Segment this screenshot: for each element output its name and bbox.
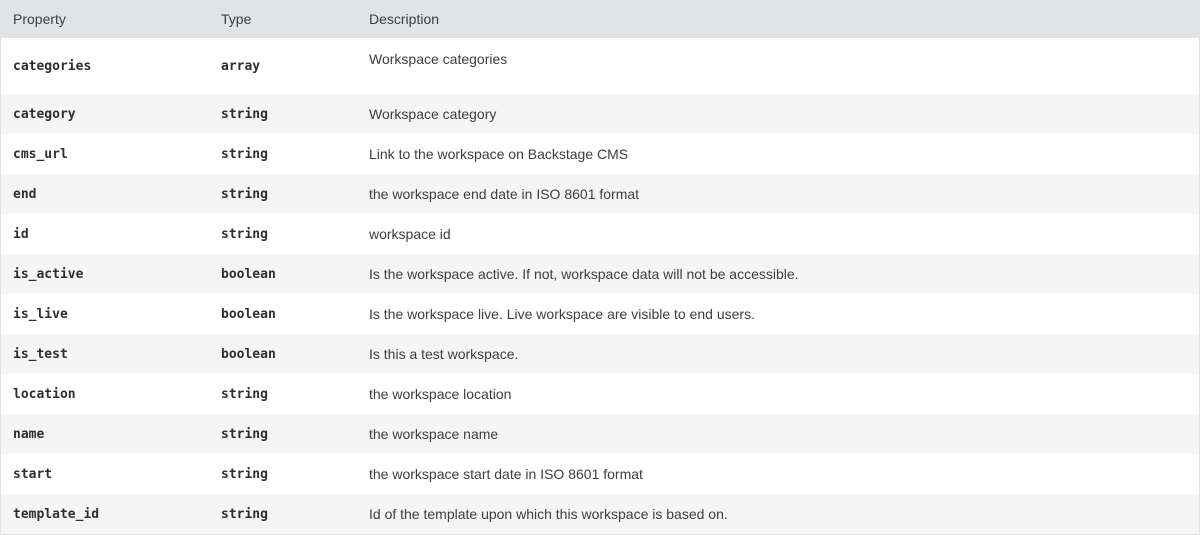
table-row: location string the workspace location <box>1 374 1199 414</box>
properties-table-container: Property Type Description categories arr… <box>0 0 1200 535</box>
property-cell: categories <box>1 38 209 94</box>
header-row: Property Type Description <box>1 0 1199 38</box>
description-cell: the workspace location <box>357 374 1199 414</box>
property-cell: is_test <box>1 334 209 374</box>
description-cell: Workspace category <box>357 94 1199 134</box>
table-header: Property Type Description <box>1 0 1199 38</box>
property-cell: cms_url <box>1 134 209 174</box>
table-row: name string the workspace name <box>1 414 1199 454</box>
type-cell: string <box>209 414 357 454</box>
description-cell: workspace id <box>357 214 1199 254</box>
table-row: is_test boolean Is this a test workspace… <box>1 334 1199 374</box>
table-row: template_id string Id of the template up… <box>1 494 1199 534</box>
table-row: categories array Workspace categories <box>1 38 1199 94</box>
type-cell: string <box>209 174 357 214</box>
description-cell: the workspace name <box>357 414 1199 454</box>
table-row: category string Workspace category <box>1 94 1199 134</box>
type-cell: string <box>209 134 357 174</box>
description-cell: the workspace start date in ISO 8601 for… <box>357 454 1199 494</box>
table-row: is_live boolean Is the workspace live. L… <box>1 294 1199 334</box>
header-type: Type <box>209 0 357 38</box>
properties-table: Property Type Description categories arr… <box>1 0 1199 534</box>
property-cell: location <box>1 374 209 414</box>
property-cell: end <box>1 174 209 214</box>
property-cell: start <box>1 454 209 494</box>
type-cell: string <box>209 454 357 494</box>
property-cell: template_id <box>1 494 209 534</box>
type-cell: string <box>209 214 357 254</box>
description-cell: the workspace end date in ISO 8601 forma… <box>357 174 1199 214</box>
description-cell: Id of the template upon which this works… <box>357 494 1199 534</box>
type-cell: string <box>209 374 357 414</box>
type-cell: string <box>209 94 357 134</box>
type-cell: boolean <box>209 294 357 334</box>
property-cell: is_active <box>1 254 209 294</box>
header-description: Description <box>357 0 1199 38</box>
table-row: id string workspace id <box>1 214 1199 254</box>
type-cell: boolean <box>209 334 357 374</box>
property-cell: name <box>1 414 209 454</box>
property-cell: is_live <box>1 294 209 334</box>
description-cell: Workspace categories <box>357 38 1199 94</box>
property-cell: id <box>1 214 209 254</box>
table-row: cms_url string Link to the workspace on … <box>1 134 1199 174</box>
description-cell: Link to the workspace on Backstage CMS <box>357 134 1199 174</box>
table-row: end string the workspace end date in ISO… <box>1 174 1199 214</box>
header-property: Property <box>1 0 209 38</box>
type-cell: string <box>209 494 357 534</box>
description-cell: Is the workspace active. If not, workspa… <box>357 254 1199 294</box>
table-row: start string the workspace start date in… <box>1 454 1199 494</box>
table-body: categories array Workspace categories ca… <box>1 38 1199 534</box>
description-cell: Is the workspace live. Live workspace ar… <box>357 294 1199 334</box>
type-cell: boolean <box>209 254 357 294</box>
type-cell: array <box>209 38 357 94</box>
description-cell: Is this a test workspace. <box>357 334 1199 374</box>
table-row: is_active boolean Is the workspace activ… <box>1 254 1199 294</box>
property-cell: category <box>1 94 209 134</box>
